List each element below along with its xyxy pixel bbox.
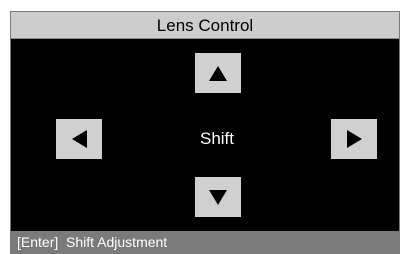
- enter-key-hint: [Enter]: [17, 234, 59, 250]
- shift-label: Shift: [199, 129, 235, 148]
- triangle-down-icon: [209, 189, 227, 205]
- lens-control-window: Lens Control Shift [Enter] Shift Adjustm…: [10, 11, 400, 254]
- triangle-left-icon: [71, 130, 87, 148]
- triangle-up-icon: [209, 65, 227, 81]
- shift-down-button[interactable]: [195, 177, 241, 217]
- shift-left-button[interactable]: [56, 119, 102, 159]
- status-text: Shift Adjustment: [66, 234, 168, 250]
- window-title: Lens Control: [11, 12, 399, 39]
- triangle-right-icon: [346, 130, 362, 148]
- shift-up-button[interactable]: [195, 53, 241, 93]
- shift-right-button[interactable]: [331, 119, 377, 159]
- status-bar: [Enter] Shift Adjustment: [11, 231, 399, 254]
